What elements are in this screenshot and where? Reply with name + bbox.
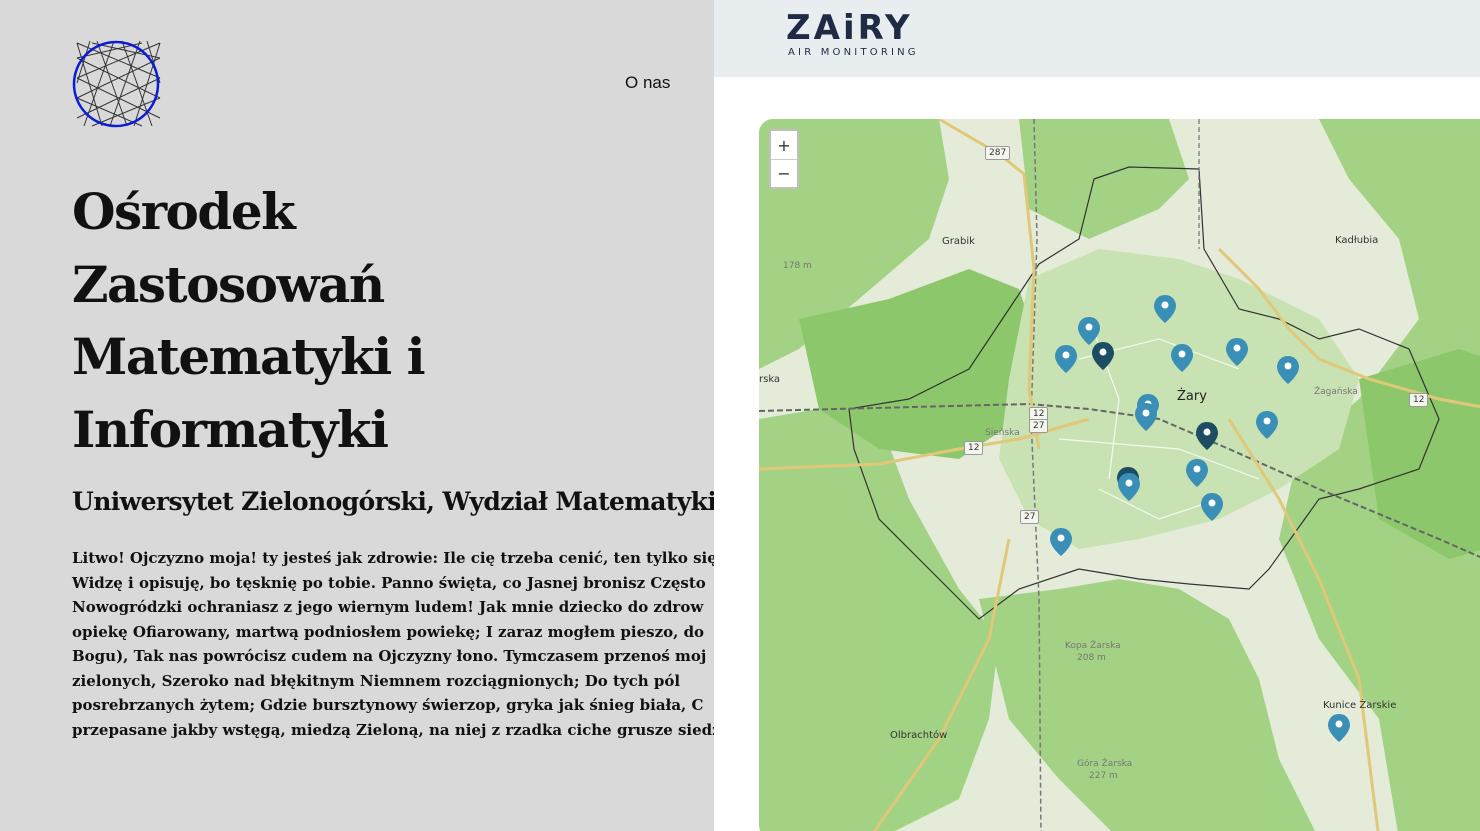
body-line: posrebrzanych żytem; Gdzie bursztynowy ś… [72,696,704,714]
body-line: Bogu), Tak nas powrócisz cudem na Ojczyz… [72,647,707,665]
zairy-app-panel: ZAiRY AIR MONITORING + − Żary Grabik Kad… [714,0,1480,831]
map-label-olbrachtow: Olbrachtów [890,730,948,741]
zoom-in-button[interactable]: + [771,131,797,159]
zoom-control: + − [769,129,799,189]
road-shield-27: 27 [1029,419,1049,433]
road-shield-12: 12 [1409,393,1429,407]
page-subtitle: Uniwersytet Zielonogórski, Wydział Matem… [72,487,714,516]
map-label-gora-elevation: 227 m [1089,771,1118,781]
body-line: Litwo! Ojczyzno moja! ty jesteś jak zdro… [72,549,714,567]
body-paragraph: Litwo! Ojczyzno moja! ty jesteś jak zdro… [72,546,714,742]
page-title: Ośrodek Zastosowań Matematyki i Informat… [72,176,632,466]
body-line: zielonych, Szeroko nad błękitnym Niemnem… [72,671,681,690]
map-label-kadlubia: Kadłubia [1335,235,1379,246]
title-line: Informatyki [72,399,389,459]
body-line: Widzę i opisuję, bo tęsknię po tobie. Pa… [72,573,706,592]
air-monitoring-map[interactable]: + − Żary Grabik Kadłubia Olbrachtów Kuni… [759,119,1480,831]
nav-about-link[interactable]: O nas [625,73,670,93]
body-line: Nowogródzki ochraniasz z jego wiernym lu… [72,598,704,616]
map-label-kopa-zarska: Kopa Żarska [1065,641,1121,651]
title-line: Matematyki i [72,327,426,386]
sphere-globe-logo-icon[interactable] [72,38,164,130]
map-label-kunice-zarskie: Kunice Żarskie [1323,700,1397,711]
road-shield-27: 27 [1020,510,1040,524]
zoom-out-button[interactable]: − [771,159,797,187]
body-line: opiekę Ofiarowany, martwą podniosłem pow… [72,622,705,641]
map-label-kopa-elevation: 208 m [1077,653,1106,663]
map-label-partial-place: rska [759,374,781,385]
road-shield-287: 287 [985,146,1011,160]
road-shield-12: 12 [964,441,984,455]
map-canvas[interactable] [759,119,1480,831]
map-street-sienska: Sieńska [985,428,1020,438]
brand-logo[interactable]: ZAiRY [786,8,913,48]
brand-tagline: AIR MONITORING [788,47,919,58]
app-header: ZAiRY AIR MONITORING [714,0,1480,77]
map-street-zaganska: Żagańska [1314,387,1358,397]
body-line: przepasane jakby wstęgą, miedzą Zieloną,… [72,720,714,739]
map-label-gora-zarska: Góra Żarska [1077,759,1133,769]
map-label-zary: Żary [1177,389,1207,404]
left-page-panel: O nas Ośrodek Zastosowań Matematyki i In… [0,0,714,831]
map-label-grabik: Grabik [942,236,975,247]
map-label-elevation-178: 178 m [783,261,812,271]
title-line: Ośrodek [72,182,296,241]
title-line: Zastosowań [72,254,385,314]
